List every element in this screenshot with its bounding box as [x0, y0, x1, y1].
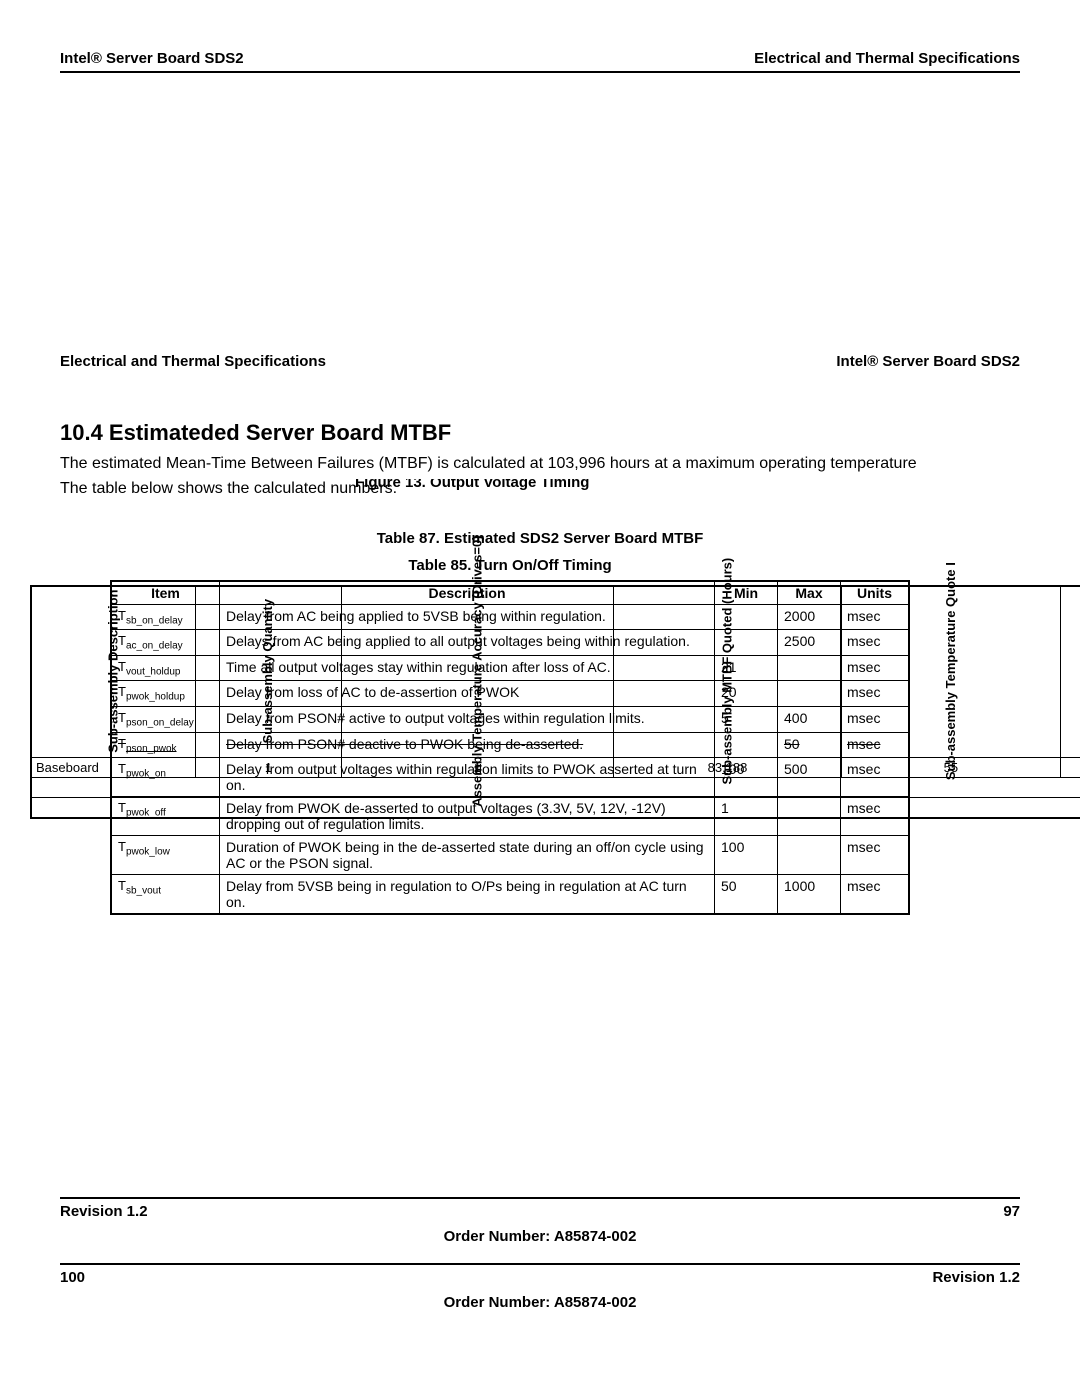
table-row: Tpwok_lowDuration of PWOK being in the d…	[111, 836, 909, 875]
p97-footer-left: Revision 1.2	[60, 1203, 148, 1220]
section-para-1: The estimated Mean-Time Between Failures…	[60, 454, 1020, 475]
table-row: Tvout_holdupTime all output voltages sta…	[111, 655, 909, 681]
table-85-header-row: Item Description Min Max Units	[111, 581, 909, 605]
p97-footer-center: Order Number: A85874-002	[60, 1228, 1020, 1245]
t85-h-item: Item	[111, 581, 220, 605]
t85-h-desc: Description	[220, 581, 715, 605]
t85-h-units: Units	[841, 581, 910, 605]
table-row: Tpwok_holdupDelay from loss of AC to de-…	[111, 681, 909, 707]
header-rule	[60, 71, 1020, 73]
table-row: Tpson_on_delayDelay from PSON# active to…	[111, 706, 909, 732]
table-row: Tpwok_onDelay from output voltages withi…	[111, 758, 909, 797]
p97-footer-right: 97	[1003, 1203, 1020, 1220]
p100-footer-right: Revision 1.2	[932, 1269, 1020, 1286]
table-row: Tpwok_offDelay from PWOK de-asserted to …	[111, 797, 909, 836]
table-row: Tpson_pwokDelay from PSON# deactive to P…	[111, 732, 909, 758]
t87-c6: 100	[1060, 757, 1080, 777]
table-row: Tsb_voutDelay from 5VSB being in regulat…	[111, 875, 909, 915]
t85-h-min: Min	[715, 581, 778, 605]
p97-header-left: Intel® Server Board SDS2	[60, 50, 244, 67]
table-row: Tsb_on_delayDelay from AC being applied …	[111, 604, 909, 630]
section-heading: 10.4 Estimateded Server Board MTBF	[60, 420, 1020, 446]
t85-h-max: Max	[778, 581, 841, 605]
t87-h-c6: Sub-assembly Duty Cycle Quote (%)	[1060, 586, 1080, 758]
table-87-caption: Table 87. Estimated SDS2 Server Board MT…	[60, 530, 1020, 547]
p100-footer-left: 100	[60, 1269, 85, 1286]
footer-rule-100	[60, 1263, 1020, 1265]
footer-rule-97	[60, 1197, 1020, 1199]
p100-header-right: Intel® Server Board SDS2	[836, 353, 1020, 370]
table-85: Item Description Min Max Units Tsb_on_de…	[110, 580, 910, 916]
figure-13-caption: Figure 13. Output Voltage Timing	[355, 479, 589, 493]
section-para-2: The table below shows the calculated num…	[60, 480, 397, 497]
p100-header-left: Electrical and Thermal Specifications	[60, 353, 326, 370]
p100-footer-center: Order Number: A85874-002	[60, 1294, 1020, 1311]
p97-header-right: Electrical and Thermal Specifications	[754, 50, 1020, 67]
table-85-caption: Table 85. Turn On/Off Timing	[110, 557, 910, 574]
table-row: Tac_on_delayDelays from AC being applied…	[111, 630, 909, 656]
